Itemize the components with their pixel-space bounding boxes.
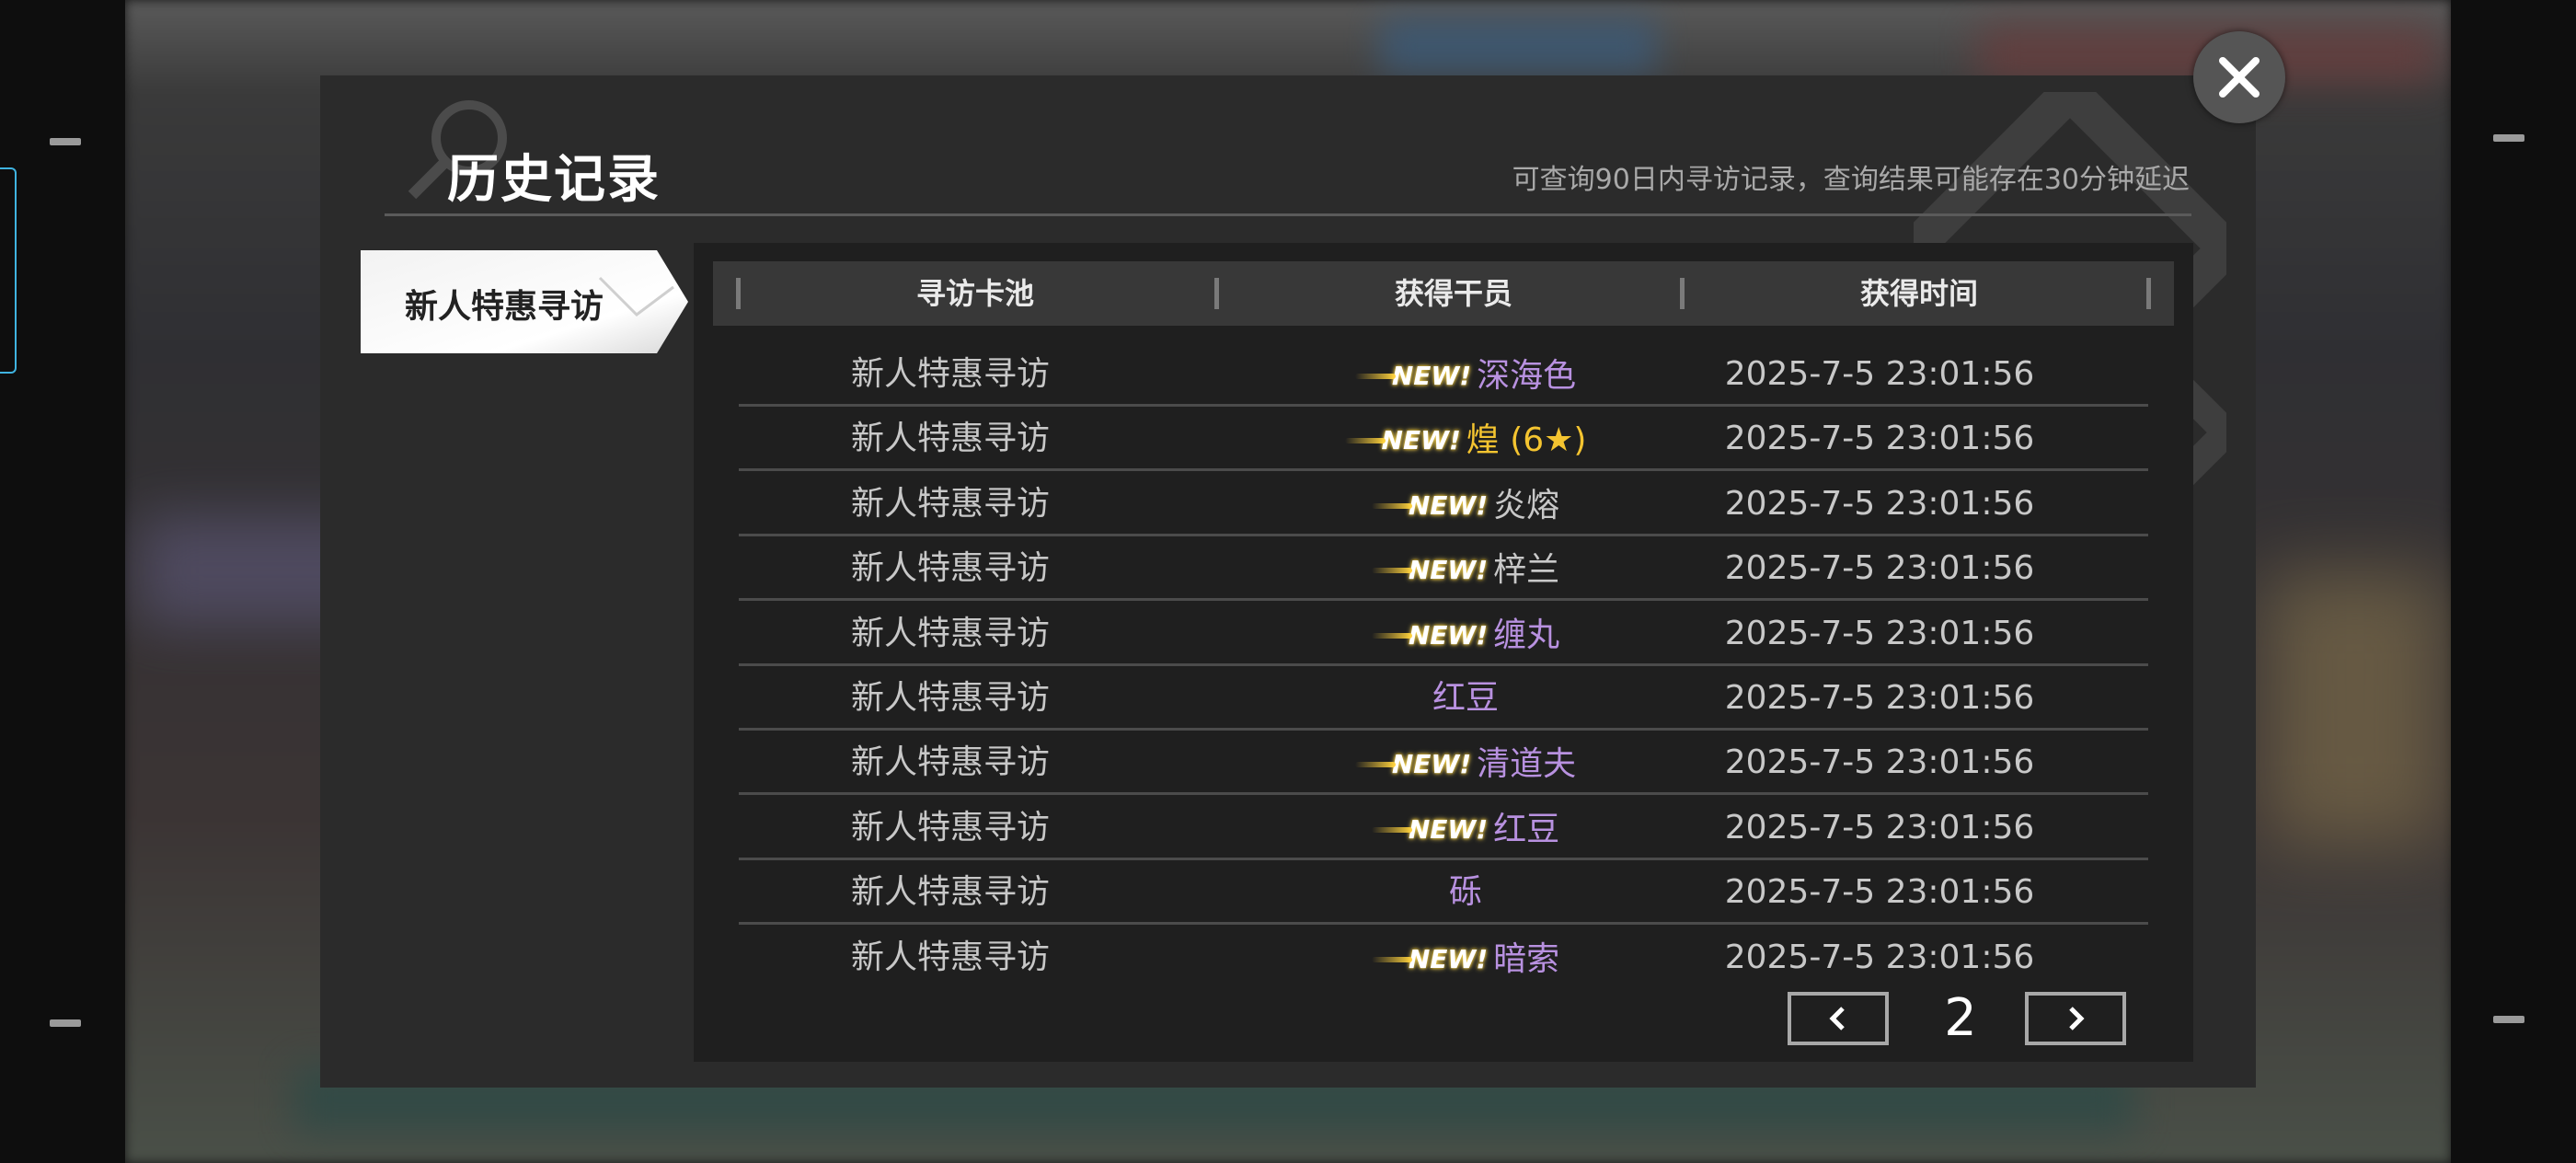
time-cell: 2025-7-5 23:01:56: [1724, 938, 2035, 976]
new-badge: NEW!: [1371, 474, 1488, 538]
table-row: 新人特惠寻访 NEW! 炎熔 2025-7-5 23:01:56: [739, 472, 2148, 536]
operator-cell: NEW! 暗索: [1217, 926, 1714, 990]
table-row: 新人特惠寻访 NEW! 缠丸 2025-7-5 23:01:56: [739, 602, 2148, 666]
time-cell: 2025-7-5 23:01:56: [1724, 549, 2035, 588]
table-row: 新人特惠寻访 NEW! 梓兰 2025-7-5 23:01:56: [739, 536, 2148, 602]
left-edge-tab[interactable]: [0, 167, 17, 374]
new-badge: NEW!: [1371, 798, 1488, 862]
time-cell: 2025-7-5 23:01:56: [1724, 743, 2035, 782]
new-badge: NEW!: [1344, 409, 1461, 473]
new-badge: NEW!: [1354, 344, 1471, 409]
pool-cell: 新人特惠寻访: [850, 743, 1050, 782]
header-time: 获得时间: [1859, 276, 1978, 311]
prev-page-button[interactable]: [1788, 992, 1889, 1045]
operator-name: 暗索: [1493, 939, 1560, 978]
operator-name: 清道夫: [1477, 745, 1577, 784]
operator-cell: 砾: [1217, 860, 1714, 925]
left-frame: [0, 0, 125, 1163]
table-row: 新人特惠寻访 NEW! 煌 (6★) 2025-7-5 23:01:56: [739, 407, 2148, 472]
operator-name: 梓兰: [1493, 551, 1560, 590]
pool-cell: 新人特惠寻访: [850, 549, 1050, 588]
pool-cell: 新人特惠寻访: [850, 355, 1050, 393]
title-divider: [385, 213, 2191, 216]
table-header: 寻访卡池 获得干员 获得时间: [713, 261, 2174, 326]
operator-cell: NEW! 缠丸: [1217, 602, 1714, 666]
pool-cell: 新人特惠寻访: [850, 679, 1050, 717]
operator-cell: NEW! 炎熔: [1217, 472, 1714, 536]
pool-cell: 新人特惠寻访: [850, 484, 1050, 523]
operator-name: 炎熔: [1493, 486, 1560, 524]
right-frame: [2451, 0, 2576, 1163]
table-row: 新人特惠寻访 NEW! 清道夫 2025-7-5 23:01:56: [739, 731, 2148, 796]
table-row: 新人特惠寻访 砾 2025-7-5 23:01:56: [739, 860, 2148, 926]
time-cell: 2025-7-5 23:01:56: [1724, 873, 2035, 912]
pool-cell: 新人特惠寻访: [850, 614, 1050, 652]
time-cell: 2025-7-5 23:01:56: [1724, 484, 2035, 523]
operator-cell: NEW! 清道夫: [1217, 731, 1714, 795]
operator-cell: NEW! 深海色: [1217, 342, 1714, 407]
new-badge: NEW!: [1371, 604, 1488, 668]
header-operator: 获得干员: [1394, 276, 1512, 311]
pool-cell: 新人特惠寻访: [850, 808, 1050, 846]
operator-cell: 红豆: [1217, 666, 1714, 731]
time-cell: 2025-7-5 23:01:56: [1724, 355, 2035, 393]
pool-cell: 新人特惠寻访: [850, 873, 1050, 912]
operator-cell: NEW! 红豆: [1217, 796, 1714, 860]
time-cell: 2025-7-5 23:01:56: [1724, 614, 2035, 652]
chevron-right-icon: [2069, 1007, 2085, 1031]
table-row: 新人特惠寻访 红豆 2025-7-5 23:01:56: [739, 666, 2148, 731]
table-row: 新人特惠寻访 NEW! 暗索 2025-7-5 23:01:56: [739, 926, 2148, 990]
query-hint: 可查询90日内寻访记录，查询结果可能存在30分钟延迟: [1512, 164, 2190, 196]
time-cell: 2025-7-5 23:01:56: [1724, 679, 2035, 717]
header-pool: 寻访卡池: [915, 276, 1034, 311]
table-row: 新人特惠寻访 NEW! 深海色 2025-7-5 23:01:56: [739, 342, 2148, 407]
tab-label: 新人特惠寻访: [405, 288, 604, 326]
chevron-left-icon: [1829, 1007, 1845, 1031]
time-cell: 2025-7-5 23:01:56: [1724, 808, 2035, 846]
close-icon: [2219, 57, 2260, 98]
new-badge: NEW!: [1371, 538, 1488, 603]
page-number: 2: [1944, 988, 1977, 1048]
next-page-button[interactable]: [2025, 992, 2126, 1045]
pool-cell: 新人特惠寻访: [850, 938, 1050, 976]
new-badge: NEW!: [1354, 732, 1471, 797]
operator-name: 煌 (6★): [1466, 421, 1587, 460]
operator-name: 砾: [1448, 873, 1482, 912]
new-badge: NEW!: [1371, 927, 1488, 992]
operator-name: 深海色: [1477, 357, 1577, 395]
operator-cell: NEW! 梓兰: [1217, 536, 1714, 601]
panel-title: 历史记录: [447, 150, 661, 210]
close-button[interactable]: [2193, 31, 2285, 123]
operator-name: 缠丸: [1493, 616, 1560, 654]
operator-name: 红豆: [1493, 810, 1560, 848]
pool-cell: 新人特惠寻访: [850, 420, 1050, 458]
table-row: 新人特惠寻访 NEW! 红豆 2025-7-5 23:01:56: [739, 796, 2148, 860]
tab-newcomer-pool[interactable]: 新人特惠寻访: [361, 250, 688, 353]
operator-cell: NEW! 煌 (6★): [1217, 407, 1714, 471]
time-cell: 2025-7-5 23:01:56: [1724, 420, 2035, 458]
operator-name: 红豆: [1432, 679, 1499, 717]
